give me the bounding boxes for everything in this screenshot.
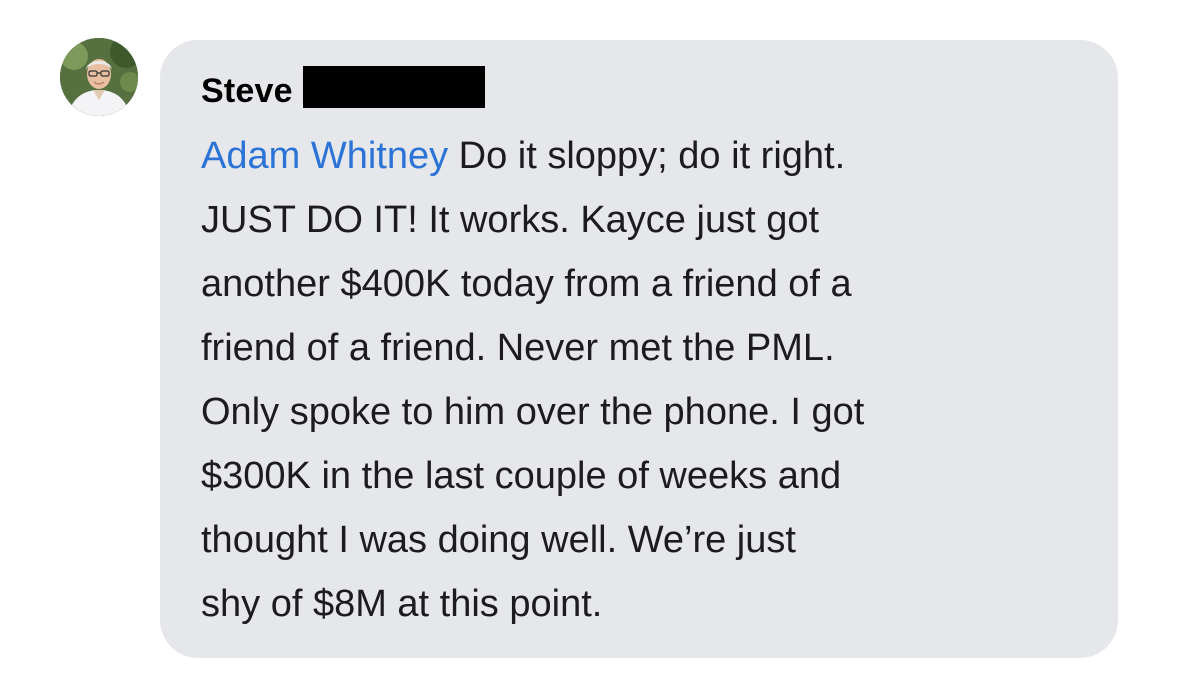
message-line: shy of $8M at this point. xyxy=(201,583,603,625)
comment-header: Steve xyxy=(201,66,1078,112)
comment-bubble: Steve Adam Whitney Do it sloppy; do it r… xyxy=(160,40,1118,658)
author-name[interactable]: Steve xyxy=(201,72,293,111)
message-line: another $400K today from a friend of a xyxy=(201,263,852,305)
message-line: JUST DO IT! It works. Kayce just got xyxy=(201,199,820,241)
profile-photo xyxy=(60,38,138,116)
message-line: $300K in the last couple of weeks and xyxy=(201,455,842,497)
message-line: thought I was doing well. We’re just xyxy=(201,519,796,561)
message-line: friend of a friend. Never met the PML. xyxy=(201,327,835,369)
redaction-block xyxy=(302,66,485,108)
mention-link[interactable]: Adam Whitney xyxy=(201,135,448,177)
message-line: Do it sloppy; do it right. xyxy=(448,135,846,177)
message-line: Only spoke to him over the phone. I got xyxy=(201,391,865,433)
avatar[interactable] xyxy=(60,38,138,116)
comment-text: Adam Whitney Do it sloppy; do it right. … xyxy=(201,124,1078,636)
